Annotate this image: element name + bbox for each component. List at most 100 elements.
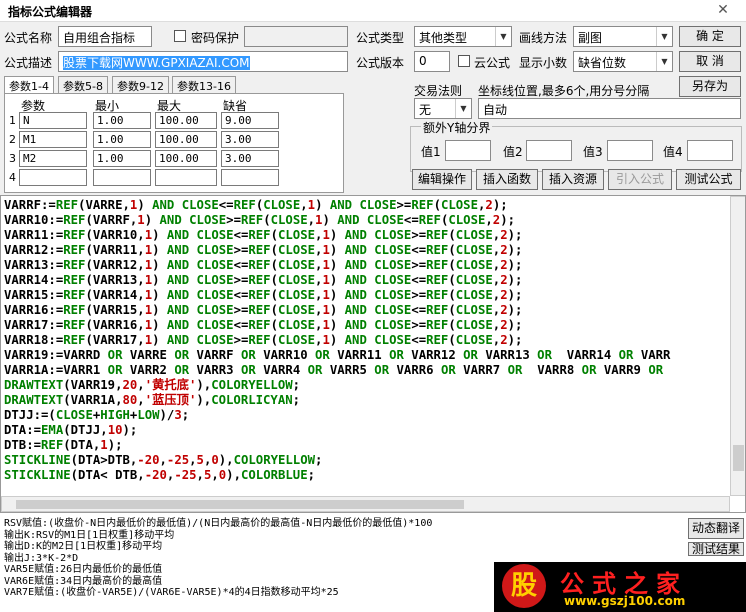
watermark-icon: 股 bbox=[502, 564, 546, 608]
version-input[interactable]: 0 bbox=[414, 51, 450, 72]
param-name-input[interactable]: M1 bbox=[19, 131, 87, 148]
vertical-scrollbar[interactable] bbox=[730, 196, 745, 496]
desc-label: 公式描述 bbox=[4, 56, 53, 70]
code-line: VARR13:=REF(VARR12,1) AND CLOSE<=REF(CLO… bbox=[4, 258, 523, 272]
chevron-down-icon: ▼ bbox=[656, 52, 672, 71]
val3-label: 值3 bbox=[583, 145, 603, 159]
ok-button[interactable]: 确 定 bbox=[679, 26, 741, 47]
code-line: DRAWTEXT(VARR1A,80,'蓝压顶'),COLORLICYAN; bbox=[4, 393, 301, 407]
code-line: STICKLINE(DTA>DTB,-20,-25,5,0),COLORYELL… bbox=[4, 453, 323, 467]
editor-form: 公式名称 自用组合指标 密码保护 公式类型 其他类型 ▼ 画线方法 副图 ▼ 确 定… bbox=[0, 22, 746, 195]
param-max-input[interactable]: 100.00 bbox=[155, 112, 217, 129]
code-line: VARR14:=REF(VARR13,1) AND CLOSE>=REF(CLO… bbox=[4, 273, 523, 287]
name-input[interactable]: 自用组合指标 bbox=[58, 26, 152, 47]
edit-operation-button[interactable]: 编辑操作 bbox=[412, 169, 472, 190]
val2-input[interactable] bbox=[526, 140, 572, 161]
code-line: VARR11:=REF(VARR10,1) AND CLOSE<=REF(CLO… bbox=[4, 228, 523, 242]
code-line: VARR19:=VARRD OR VARRE OR VARRF OR VARR1… bbox=[4, 348, 671, 362]
password-label: 密码保护 bbox=[191, 31, 240, 45]
desc-value: 股票下载网WWW.GPXIAZAI.COM bbox=[63, 56, 250, 70]
scrollbar-thumb[interactable] bbox=[733, 445, 744, 471]
yaxis-group: 额外Y轴分界 值1 值2 值3 值4 bbox=[410, 119, 742, 172]
type-label: 公式类型 bbox=[356, 31, 405, 45]
param-name-input[interactable] bbox=[19, 169, 87, 186]
type-value: 其他类型 bbox=[419, 31, 468, 45]
code-line: DRAWTEXT(VARR19,20,'黄托底'),COLORYELLOW; bbox=[4, 378, 301, 392]
translation-output: RSV赋值:(收盘价-N日内最低价的最低值)/(N日内最高价的最高值-N日内最低… bbox=[0, 514, 746, 612]
val3-input[interactable] bbox=[607, 140, 653, 161]
window-title: 指标公式编辑器 bbox=[8, 5, 93, 19]
param-max-input[interactable]: 100.00 bbox=[155, 150, 217, 167]
tab-params-1-4[interactable]: 参数1-4 bbox=[4, 76, 54, 94]
val4-label: 值4 bbox=[663, 145, 683, 159]
param-default-input[interactable]: 3.00 bbox=[221, 131, 279, 148]
trade-value: 无 bbox=[419, 103, 432, 117]
param-row-number: 4 bbox=[9, 171, 16, 184]
horizontal-scrollbar[interactable] bbox=[1, 496, 730, 512]
param-row-number: 2 bbox=[9, 133, 16, 146]
cloud-checkbox[interactable] bbox=[458, 55, 470, 67]
watermark-url: www.gszj100.com bbox=[564, 594, 686, 608]
watermark-logo: 股 公式之家 www.gszj100.com bbox=[494, 562, 746, 612]
saveas-button[interactable]: 另存为 bbox=[679, 76, 741, 97]
test-formula-button[interactable]: 测试公式 bbox=[676, 169, 741, 190]
param-max-input[interactable]: 100.00 bbox=[155, 131, 217, 148]
code-editor[interactable]: VARRF:=REF(VARRE,1) AND CLOSE<=REF(CLOSE… bbox=[0, 195, 746, 513]
params-panel: 参数 最小 最大 缺省 1 N 1.00 100.00 9.00 2 M1 1.… bbox=[4, 93, 344, 193]
code-line: VARR16:=REF(VARR15,1) AND CLOSE>=REF(CLO… bbox=[4, 303, 523, 317]
decimal-select[interactable]: 缺省位数 ▼ bbox=[573, 51, 673, 72]
param-name-input[interactable]: N bbox=[19, 112, 87, 129]
decimal-value: 缺省位数 bbox=[578, 56, 627, 70]
param-max-input[interactable] bbox=[155, 169, 217, 186]
cancel-button[interactable]: 取 消 bbox=[679, 51, 741, 72]
param-min-input[interactable]: 1.00 bbox=[93, 131, 151, 148]
scrollbar-thumb[interactable] bbox=[16, 500, 464, 509]
param-default-input[interactable]: 9.00 bbox=[221, 112, 279, 129]
password-checkbox[interactable] bbox=[174, 30, 186, 42]
code-line: DTB:=REF(DTA,1); bbox=[4, 438, 123, 452]
type-select[interactable]: 其他类型 ▼ bbox=[414, 26, 512, 47]
val2-label: 值2 bbox=[503, 145, 523, 159]
code-line: VARRF:=REF(VARRE,1) AND CLOSE<=REF(CLOSE… bbox=[4, 198, 508, 212]
draw-select[interactable]: 副图 ▼ bbox=[573, 26, 673, 47]
param-min-input[interactable]: 1.00 bbox=[93, 112, 151, 129]
coord-input[interactable]: 自动 bbox=[478, 98, 741, 119]
code-line: STICKLINE(DTA< DTB,-20,-25,5,0),COLORBLU… bbox=[4, 468, 316, 482]
decimal-label: 显示小数 bbox=[519, 56, 568, 70]
code-line: VARR12:=REF(VARR11,1) AND CLOSE>=REF(CLO… bbox=[4, 243, 523, 257]
close-icon[interactable]: ✕ bbox=[708, 0, 738, 20]
val1-label: 值1 bbox=[421, 145, 441, 159]
tab-params-5-8[interactable]: 参数5-8 bbox=[58, 76, 108, 94]
param-name-input[interactable]: M2 bbox=[19, 150, 87, 167]
import-formula-button[interactable]: 引入公式 bbox=[608, 169, 672, 190]
tab-params-13-16[interactable]: 参数13-16 bbox=[172, 76, 236, 94]
chevron-down-icon: ▼ bbox=[495, 27, 511, 46]
insert-resource-button[interactable]: 插入资源 bbox=[542, 169, 604, 190]
code-line: VARR15:=REF(VARR14,1) AND CLOSE<=REF(CLO… bbox=[4, 288, 523, 302]
code-line: DTA:=EMA(DTJJ,10); bbox=[4, 423, 138, 437]
tab-params-9-12[interactable]: 参数9-12 bbox=[112, 76, 169, 94]
title-bar: 指标公式编辑器 ✕ bbox=[0, 0, 746, 22]
param-min-input[interactable] bbox=[93, 169, 151, 186]
code-lines: VARRF:=REF(VARRE,1) AND CLOSE<=REF(CLOSE… bbox=[1, 196, 745, 483]
param-row-number: 3 bbox=[9, 152, 16, 165]
password-input[interactable] bbox=[244, 26, 348, 47]
draw-label: 画线方法 bbox=[519, 31, 568, 45]
trade-label: 交易法则 bbox=[414, 84, 463, 98]
param-default-input[interactable] bbox=[221, 169, 279, 186]
yaxis-label: 额外Y轴分界 bbox=[421, 119, 493, 136]
version-label: 公式版本 bbox=[356, 56, 405, 70]
name-label: 公式名称 bbox=[4, 31, 53, 45]
insert-function-button[interactable]: 插入函数 bbox=[476, 169, 538, 190]
param-min-input[interactable]: 1.00 bbox=[93, 150, 151, 167]
chevron-down-icon: ▼ bbox=[656, 27, 672, 46]
code-line: VARR1A:=VARR1 OR VARR2 OR VARR3 OR VARR4… bbox=[4, 363, 664, 377]
dynamic-translate-button[interactable]: 动态翻译 bbox=[688, 518, 744, 539]
desc-input[interactable]: 股票下载网WWW.GPXIAZAI.COM bbox=[58, 51, 348, 72]
test-result-button[interactable]: 测试结果 bbox=[688, 542, 744, 556]
code-line: VARR10:=REF(VARRF,1) AND CLOSE>=REF(CLOS… bbox=[4, 213, 516, 227]
val1-input[interactable] bbox=[445, 140, 491, 161]
val4-input[interactable] bbox=[687, 140, 733, 161]
trade-select[interactable]: 无 ▼ bbox=[414, 98, 472, 119]
param-default-input[interactable]: 3.00 bbox=[221, 150, 279, 167]
